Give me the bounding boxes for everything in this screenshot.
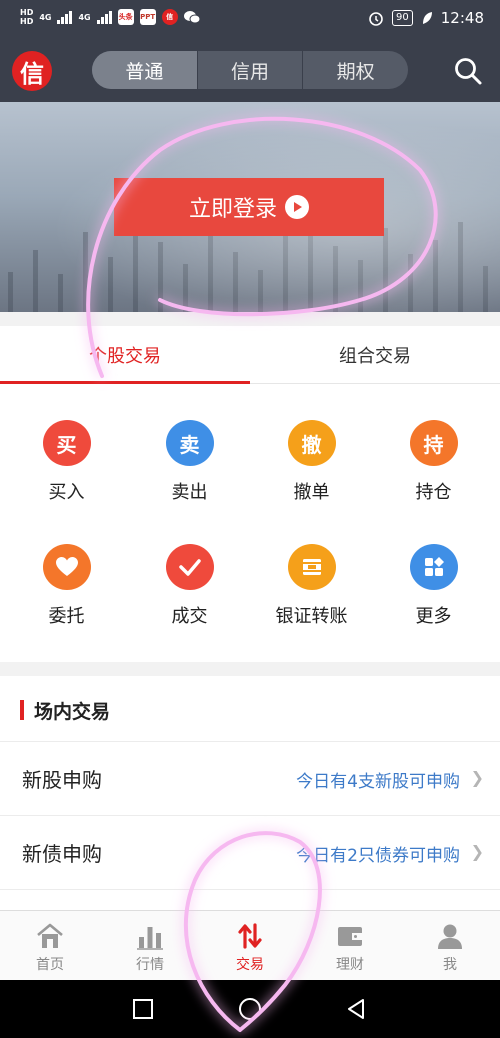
action-label: 更多 <box>415 606 452 627</box>
action-label: 买入 <box>48 482 85 503</box>
user-icon <box>438 924 462 949</box>
transfer-icon <box>287 544 336 590</box>
segment-credit[interactable]: 信用 <box>196 51 303 89</box>
action-label: 撤单 <box>293 482 330 503</box>
ppt-app-icon: PPT <box>139 9 156 25</box>
row-info: 今日有4支新股可申购 <box>296 772 460 792</box>
ipo-subscription-row[interactable]: 新股申购 今日有4支新股可申购 ❯ <box>0 742 500 816</box>
recents-icon[interactable] <box>131 997 155 1021</box>
bottom-tab-bar: 首页 行情 交易 理财 我 <box>0 910 500 980</box>
login-button[interactable]: 立即登录 <box>114 178 384 236</box>
tab-stock-trading[interactable]: 个股交易 <box>0 326 250 384</box>
login-label: 立即登录 <box>188 196 277 221</box>
bond-subscription-row[interactable]: 新债申购 今日有2只债券可申购 ❯ <box>0 816 500 890</box>
wechat-icon <box>183 11 200 24</box>
section-accent-bar <box>20 700 24 720</box>
tab-label: 理财 <box>336 957 364 973</box>
hd-label: HD <box>20 8 34 17</box>
action-sell[interactable]: 卖 卖出 <box>127 384 252 504</box>
row-label: 新股申购 <box>22 768 102 792</box>
holdings-icon: 持 <box>409 420 458 466</box>
row-label: 新债申购 <box>22 842 102 866</box>
action-entrust[interactable]: 委托 <box>4 508 129 628</box>
action-buy[interactable]: 买 买入 <box>4 384 129 504</box>
alarm-icon <box>369 12 383 26</box>
back-icon[interactable] <box>344 997 368 1021</box>
action-cancel-order[interactable]: 撤 撤单 <box>249 384 374 504</box>
section-header: 场内交易 <box>0 676 500 742</box>
section-title: 场内交易 <box>34 701 111 723</box>
tab-market[interactable]: 行情 <box>100 911 200 980</box>
brand-logo: 信 <box>12 51 52 91</box>
segment-normal[interactable]: 普通 <box>92 51 197 89</box>
system-navigation-bar <box>0 980 500 1038</box>
chevron-right-icon: ❯ <box>470 842 484 861</box>
action-deals[interactable]: 成交 <box>127 508 252 628</box>
action-label: 持仓 <box>415 482 452 503</box>
hd-label-2: HD <box>20 17 34 26</box>
network-label-2: 4G <box>78 12 91 22</box>
account-type-switcher: 普通 信用 期权 <box>92 51 408 89</box>
signal-icon-2 <box>96 10 112 24</box>
tab-label: 首页 <box>36 957 64 973</box>
play-icon <box>285 195 309 219</box>
tab-label: 行情 <box>136 957 164 973</box>
signal-icon <box>57 10 73 24</box>
home-icon <box>37 923 63 948</box>
wallet-icon <box>338 927 362 946</box>
trade-actions-grid: 买 买入 卖 卖出 撤 撤单 持 持仓 委托 成交 银证转账 更多 <box>0 384 500 662</box>
home-button-icon[interactable] <box>238 997 262 1021</box>
chart-icon <box>137 927 163 950</box>
clock: 12:48 <box>440 9 484 27</box>
tab-portfolio-trading[interactable]: 组合交易 <box>250 326 500 383</box>
action-label: 卖出 <box>171 482 208 503</box>
xin-app-icon: 信 <box>161 9 178 25</box>
segment-options[interactable]: 期权 <box>302 51 408 89</box>
tab-trade[interactable]: 交易 <box>200 911 300 980</box>
toutiao-app-icon: 头条 <box>117 9 134 25</box>
chevron-right-icon: ❯ <box>470 768 484 787</box>
trade-tabs: 个股交易 组合交易 <box>0 326 500 384</box>
action-label: 成交 <box>171 606 208 627</box>
battery-indicator: 90 <box>392 10 413 26</box>
sell-icon: 卖 <box>165 420 214 466</box>
action-holdings[interactable]: 持 持仓 <box>371 384 496 504</box>
buy-icon: 买 <box>42 420 91 466</box>
status-left: HD HD 4G 4G 头条 PPT 信 <box>20 8 200 26</box>
login-banner: 立即登录 <box>0 102 500 312</box>
leaf-icon <box>422 12 432 24</box>
cancel-order-icon: 撤 <box>287 420 336 466</box>
hd-indicator: HD HD <box>20 8 33 26</box>
trade-icon <box>238 923 262 949</box>
tab-label: 我 <box>443 957 457 973</box>
grid-more-icon <box>409 544 458 590</box>
action-label: 委托 <box>48 606 85 627</box>
tab-wealth[interactable]: 理财 <box>300 911 400 980</box>
tab-me[interactable]: 我 <box>400 911 500 980</box>
heart-icon <box>42 544 91 590</box>
action-label: 银证转账 <box>275 606 348 627</box>
tab-label: 交易 <box>236 957 264 973</box>
status-right: 90 12:48 <box>368 9 484 27</box>
tab-home[interactable]: 首页 <box>0 911 100 980</box>
search-icon[interactable] <box>453 56 483 86</box>
row-info: 今日有2只债券可申购 <box>296 846 460 866</box>
status-bar: HD HD 4G 4G 头条 PPT 信 90 12:48 <box>0 0 500 38</box>
action-bank-transfer[interactable]: 银证转账 <box>249 508 374 628</box>
action-more[interactable]: 更多 <box>371 508 496 628</box>
check-icon <box>165 544 214 590</box>
network-label: 4G <box>39 12 52 22</box>
market-trading-section: 场内交易 新股申购 今日有4支新股可申购 ❯ 新债申购 今日有2只债券可申购 ❯ <box>0 676 500 910</box>
top-nav: 信 普通 信用 期权 <box>0 38 500 102</box>
